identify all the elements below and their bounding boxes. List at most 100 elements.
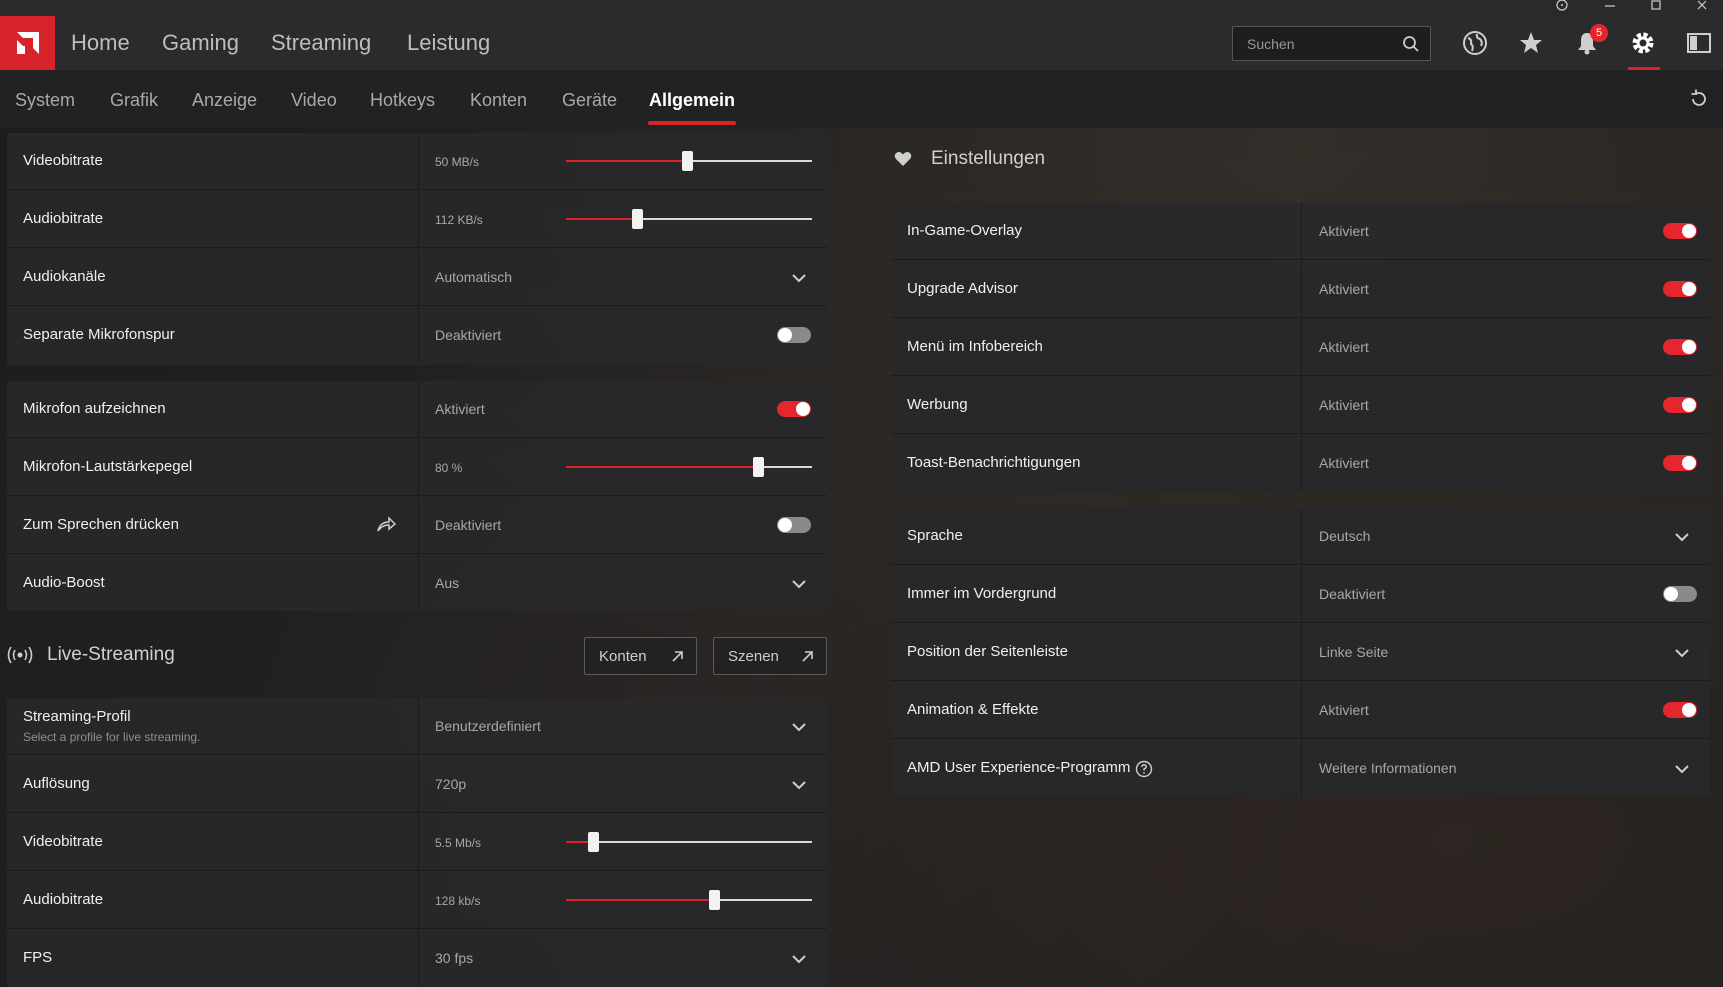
nav-gaming[interactable]: Gaming bbox=[162, 30, 239, 56]
setting-row: Separate Mikrofonspur Deaktiviert bbox=[7, 307, 827, 364]
nav-leistung[interactable]: Leistung bbox=[407, 30, 490, 56]
ingame-overlay-toggle[interactable] bbox=[1663, 223, 1697, 239]
audiobitrate-slider[interactable] bbox=[566, 209, 812, 229]
setting-value: Aktiviert bbox=[435, 401, 485, 417]
external-link-icon bbox=[672, 651, 683, 662]
setting-value: Aktiviert bbox=[1319, 455, 1369, 471]
setting-label: Auflösung bbox=[23, 775, 90, 792]
setting-row[interactable]: FPS 30 fps bbox=[7, 930, 827, 987]
tab-anzeige[interactable]: Anzeige bbox=[192, 90, 257, 111]
nav-home[interactable]: Home bbox=[71, 30, 130, 56]
animation-effects-toggle[interactable] bbox=[1663, 702, 1697, 718]
tab-hotkeys[interactable]: Hotkeys bbox=[370, 90, 435, 111]
chevron-down-icon[interactable] bbox=[1673, 760, 1691, 778]
setting-value: 128 kb/s bbox=[435, 894, 481, 908]
toast-notifications-toggle[interactable] bbox=[1663, 455, 1697, 471]
star-icon[interactable] bbox=[1516, 28, 1546, 58]
bell-icon[interactable]: 5 bbox=[1572, 24, 1608, 58]
setting-label: Streaming-Profil bbox=[23, 708, 131, 725]
maximize-icon[interactable] bbox=[1634, 0, 1678, 16]
setting-row[interactable]: Audio-Boost Aus bbox=[7, 555, 827, 612]
tab-system[interactable]: System bbox=[15, 90, 75, 111]
setting-value: Linke Seite bbox=[1319, 644, 1389, 660]
setting-label: In-Game-Overlay bbox=[907, 222, 1023, 239]
reset-icon[interactable] bbox=[1688, 88, 1710, 110]
videobitrate-slider[interactable] bbox=[566, 151, 812, 171]
setting-value: Deutsch bbox=[1319, 528, 1371, 544]
chevron-down-icon[interactable] bbox=[790, 575, 808, 593]
globe-icon[interactable] bbox=[1460, 28, 1490, 58]
tray-menu-toggle[interactable] bbox=[1663, 339, 1697, 355]
setting-row[interactable]: Audiokanäle Automatisch bbox=[7, 249, 827, 306]
setting-row: Werbung Aktiviert bbox=[891, 377, 1710, 434]
search-box[interactable] bbox=[1232, 26, 1431, 61]
setting-label: Audiobitrate bbox=[23, 891, 104, 908]
setting-value: Aktiviert bbox=[1319, 281, 1369, 297]
setting-row[interactable]: Streaming-Profil Select a profile for li… bbox=[7, 698, 827, 755]
always-on-top-toggle[interactable] bbox=[1663, 586, 1697, 602]
separate-mic-toggle[interactable] bbox=[777, 327, 811, 343]
window-titlebar bbox=[0, 0, 1723, 16]
setting-row: Audiobitrate 128 kb/s bbox=[7, 872, 827, 929]
section-title: Live-Streaming bbox=[47, 644, 175, 665]
tab-grafik[interactable]: Grafik bbox=[110, 90, 158, 111]
upgrade-advisor-toggle[interactable] bbox=[1663, 281, 1697, 297]
setting-label: Upgrade Advisor bbox=[907, 280, 1018, 297]
nav-streaming[interactable]: Streaming bbox=[271, 30, 371, 56]
minimize-icon[interactable] bbox=[1588, 0, 1632, 16]
chevron-down-icon[interactable] bbox=[1673, 644, 1691, 662]
slider-thumb[interactable] bbox=[588, 832, 600, 852]
setting-label: Videobitrate bbox=[23, 833, 103, 850]
tab-geraete[interactable]: Geräte bbox=[562, 90, 617, 111]
accounts-button[interactable]: Konten bbox=[584, 637, 697, 675]
setting-label: Menü im Infobereich bbox=[907, 338, 1043, 355]
setting-row: Menü im Infobereich Aktiviert bbox=[891, 319, 1710, 376]
setting-row[interactable]: AMD User Experience-Programm Weitere Inf… bbox=[891, 740, 1710, 797]
slider-thumb[interactable] bbox=[708, 890, 720, 910]
chevron-down-icon[interactable] bbox=[790, 269, 808, 287]
search-input[interactable] bbox=[1233, 27, 1393, 60]
setting-label: Audio-Boost bbox=[23, 574, 105, 591]
setting-label: FPS bbox=[23, 949, 53, 966]
slider-thumb[interactable] bbox=[681, 151, 693, 171]
scenes-button[interactable]: Szenen bbox=[713, 637, 827, 675]
gear-icon[interactable] bbox=[1628, 28, 1658, 58]
setting-label: Mikrofon aufzeichnen bbox=[23, 400, 166, 417]
chevron-down-icon[interactable] bbox=[790, 718, 808, 736]
record-mic-toggle[interactable] bbox=[777, 401, 811, 417]
sidebar-toggle-icon[interactable] bbox=[1684, 28, 1714, 58]
setting-label: Immer im Vordergrund bbox=[907, 585, 1057, 602]
setting-row[interactable]: Position der Seitenleiste Linke Seite bbox=[891, 624, 1710, 681]
share-arrow-icon[interactable] bbox=[376, 515, 396, 533]
tab-video[interactable]: Video bbox=[291, 90, 337, 111]
app-settings-panel: Sprache Deutsch Immer im Vordergrund Dea… bbox=[891, 508, 1710, 797]
external-link-icon bbox=[802, 651, 813, 662]
help-circle-icon[interactable] bbox=[1135, 760, 1153, 778]
amd-logo[interactable] bbox=[0, 16, 55, 70]
tab-allgemein[interactable]: Allgemein bbox=[649, 90, 735, 111]
setting-value: 80 % bbox=[435, 461, 463, 475]
tab-konten[interactable]: Konten bbox=[470, 90, 527, 111]
broadcast-icon bbox=[7, 646, 33, 664]
chevron-down-icon[interactable] bbox=[790, 950, 808, 968]
setting-value: Aktiviert bbox=[1319, 339, 1369, 355]
push-to-talk-toggle[interactable] bbox=[777, 517, 811, 533]
slider-thumb[interactable] bbox=[632, 209, 644, 229]
close-icon[interactable] bbox=[1680, 0, 1723, 16]
setting-row[interactable]: Sprache Deutsch bbox=[891, 508, 1710, 565]
slider-thumb[interactable] bbox=[752, 457, 764, 477]
setting-value: Deaktiviert bbox=[435, 327, 502, 343]
setting-value: Aktiviert bbox=[1319, 223, 1369, 239]
mic-settings-panel: Mikrofon aufzeichnen Aktiviert Mikrofon-… bbox=[7, 381, 827, 612]
search-icon[interactable] bbox=[1402, 35, 1420, 53]
chevron-down-icon[interactable] bbox=[1673, 528, 1691, 546]
advertising-toggle[interactable] bbox=[1663, 397, 1697, 413]
chevron-down-icon[interactable] bbox=[790, 776, 808, 794]
setting-value: 112 KB/s bbox=[435, 213, 483, 227]
stream-audiobitrate-slider[interactable] bbox=[566, 890, 812, 910]
help-icon[interactable] bbox=[1540, 0, 1584, 16]
stream-videobitrate-slider[interactable] bbox=[566, 832, 812, 852]
setting-row[interactable]: Auflösung 720p bbox=[7, 756, 827, 813]
setting-label: Audiokanäle bbox=[23, 268, 106, 285]
mic-volume-slider[interactable] bbox=[566, 457, 812, 477]
